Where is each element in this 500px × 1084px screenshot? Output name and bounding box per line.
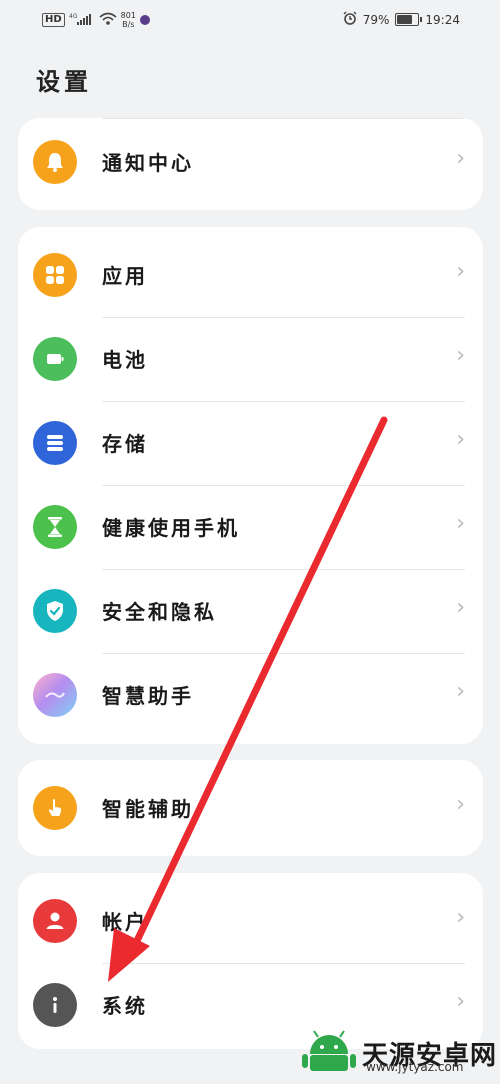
watermark: 天源安卓网 www.jytyaz.com [300, 1028, 497, 1078]
annotation-arrow [108, 416, 388, 982]
android-logo-icon [300, 1028, 358, 1078]
watermark-url: www.jytyaz.com [366, 1060, 464, 1074]
